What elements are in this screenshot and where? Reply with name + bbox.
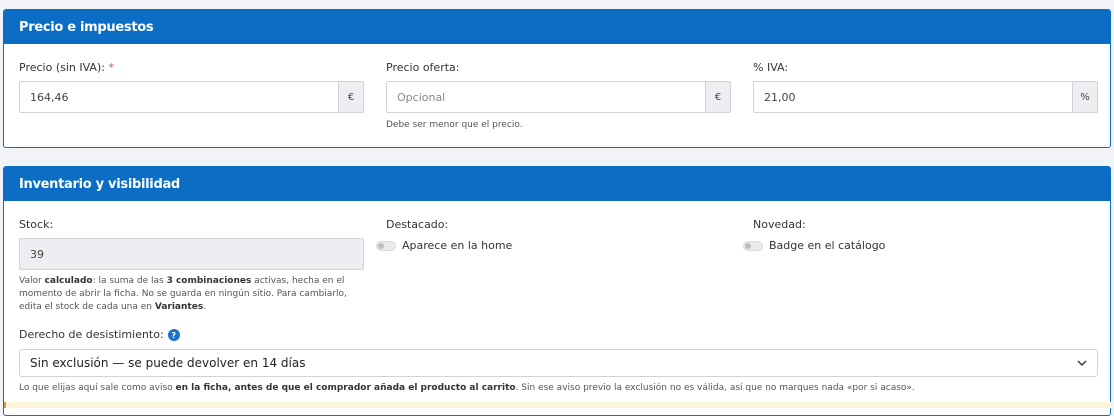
required-marker: *	[108, 61, 114, 74]
percent-addon: %	[1072, 81, 1098, 113]
iva-label: % IVA:	[753, 61, 789, 74]
stock-input-group: 39	[19, 238, 364, 270]
desistimiento-select[interactable]: Sin exclusión — se puede devolver en 14 …	[19, 349, 1098, 377]
precio-label: Precio (sin IVA): *	[19, 61, 114, 74]
destacado-toggle-row[interactable]: Aparece en la home	[376, 239, 512, 252]
warning-strip	[4, 402, 1112, 408]
novedad-label: Novedad:	[753, 218, 806, 231]
precio-input-group: 164,46 €	[19, 81, 364, 113]
stock-help: Valor calculado: la suma de las 3 combin…	[19, 276, 347, 312]
inventario-card-title: Inventario y visibilidad	[4, 167, 1110, 201]
stock-input: 39	[19, 238, 364, 270]
precio-input[interactable]: 164,46	[19, 81, 338, 113]
oferta-input-group: Opcional €	[386, 81, 731, 113]
iva-input[interactable]: 21,00	[753, 81, 1072, 113]
oferta-input[interactable]: Opcional	[386, 81, 705, 113]
variantes-link[interactable]: Variantes	[155, 302, 203, 312]
desistimiento-note: Lo que elijas aquí sale como aviso en la…	[19, 383, 915, 393]
destacado-toggle-label: Aparece en la home	[402, 239, 513, 252]
oferta-help: Debe ser menor que el precio.	[386, 120, 523, 130]
novedad-toggle-row[interactable]: Badge en el catálogo	[743, 239, 885, 252]
precio-card: Precio e impuestos	[3, 9, 1111, 148]
question-circle-icon[interactable]: ?	[167, 329, 180, 341]
stock-label: Stock:	[19, 218, 54, 231]
iva-input-group: 21,00 %	[753, 81, 1098, 113]
euro-addon: €	[338, 81, 364, 113]
oferta-label: Precio oferta:	[386, 61, 460, 74]
desistimiento-label: Derecho de desistimiento:?	[19, 328, 180, 341]
euro-addon: €	[705, 81, 731, 113]
destacado-toggle[interactable]	[376, 240, 396, 251]
precio-card-title: Precio e impuestos	[4, 10, 1110, 44]
chevron-down-icon	[1077, 360, 1087, 366]
desistimiento-select-value: Sin exclusión — se puede devolver en 14 …	[30, 356, 306, 370]
novedad-toggle[interactable]	[743, 240, 763, 251]
novedad-toggle-label: Badge en el catálogo	[769, 239, 886, 252]
destacado-label: Destacado:	[386, 218, 449, 231]
